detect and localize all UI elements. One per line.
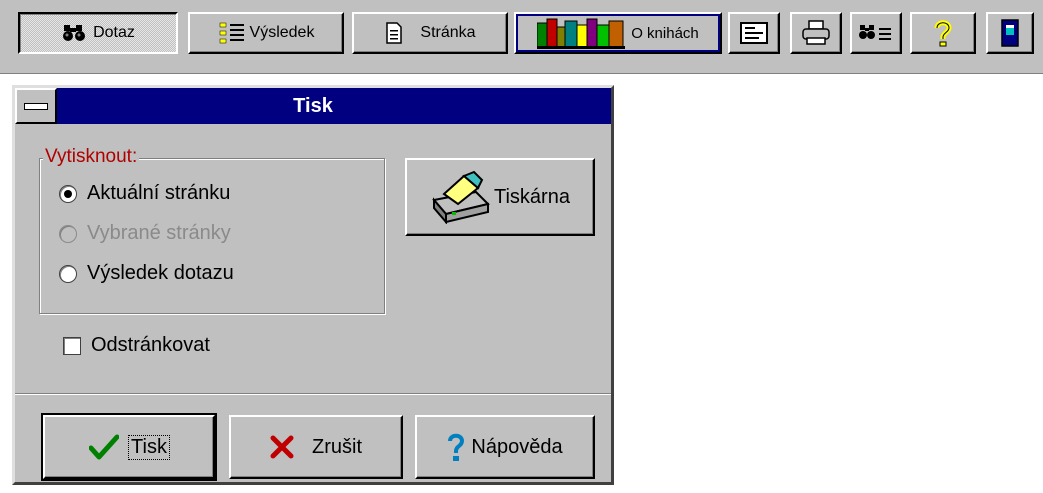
odstrankovat-box[interactable] <box>63 336 81 355</box>
question-icon <box>447 433 465 461</box>
printer-button-label: Tiskárna <box>494 185 570 208</box>
odstrankovat-checkbox[interactable]: Odstránkovat <box>63 334 210 357</box>
dialog-titlebar: Tisk <box>15 88 611 124</box>
system-menu-icon <box>24 102 48 110</box>
option-current-page-label: Aktuální stránku <box>87 182 231 204</box>
print-range-label: Vytisknout: <box>43 146 140 168</box>
books-icon <box>537 17 626 49</box>
printer-button[interactable]: Tiskárna <box>405 158 595 236</box>
search-list-icon <box>859 22 893 44</box>
exit-button[interactable] <box>986 12 1034 54</box>
print-dialog: Tisk Vytisknout: Aktuální stránku Vybran… <box>12 85 614 485</box>
cancel-x-icon <box>270 435 294 459</box>
dialog-separator <box>15 393 611 395</box>
stranka-label: Stránka <box>420 24 476 41</box>
list-icon <box>218 21 248 45</box>
printer-setup-icon <box>430 170 492 224</box>
tisk-ok-button[interactable]: Tisk <box>41 413 217 481</box>
print-button[interactable] <box>790 12 842 54</box>
binoculars-icon <box>61 23 87 43</box>
checkmark-icon <box>89 434 120 460</box>
help-dialog-button[interactable]: Nápověda <box>415 415 595 479</box>
help-icon <box>933 19 953 47</box>
o-knihach-label: O knihách <box>631 24 699 42</box>
cancel-label: Zrušit <box>312 435 362 458</box>
dotaz-label: Dotaz <box>93 24 135 41</box>
stranka-button[interactable]: Stránka <box>352 12 508 54</box>
help-dialog-label: Nápověda <box>471 435 563 458</box>
radio-query-result[interactable] <box>59 264 77 283</box>
radio-selected-pages <box>59 224 77 243</box>
cancel-button[interactable]: Zrušit <box>229 415 403 479</box>
vysledek-label: Výsledek <box>249 24 315 41</box>
help-button[interactable] <box>910 12 976 54</box>
option-query-result-label: Výsledek dotazu <box>87 262 234 284</box>
search-list-button[interactable] <box>850 12 902 54</box>
dialog-title: Tisk <box>293 94 333 117</box>
option-selected-pages-label: Vybrané stránky <box>87 222 231 244</box>
toolbar: Dotaz Výsledek Stránka O knihách <box>0 0 1043 74</box>
vysledek-button[interactable]: Výsledek <box>188 12 344 54</box>
option-selected-pages: Vybrané stránky <box>59 222 231 245</box>
radio-current-page[interactable] <box>59 184 77 203</box>
o-knihach-button[interactable]: O knihách <box>514 12 722 54</box>
option-current-page[interactable]: Aktuální stránku <box>59 182 230 205</box>
printer-icon <box>801 20 831 46</box>
page-icon <box>384 22 404 44</box>
door-icon <box>1001 19 1019 47</box>
odstrankovat-label: Odstránkovat <box>91 334 210 356</box>
card-icon <box>740 22 768 44</box>
system-menu-button[interactable] <box>15 88 57 124</box>
option-query-result[interactable]: Výsledek dotazu <box>59 262 234 285</box>
tisk-ok-label: Tisk <box>128 434 170 460</box>
card-button[interactable] <box>728 12 780 54</box>
dotaz-button[interactable]: Dotaz <box>18 12 178 54</box>
